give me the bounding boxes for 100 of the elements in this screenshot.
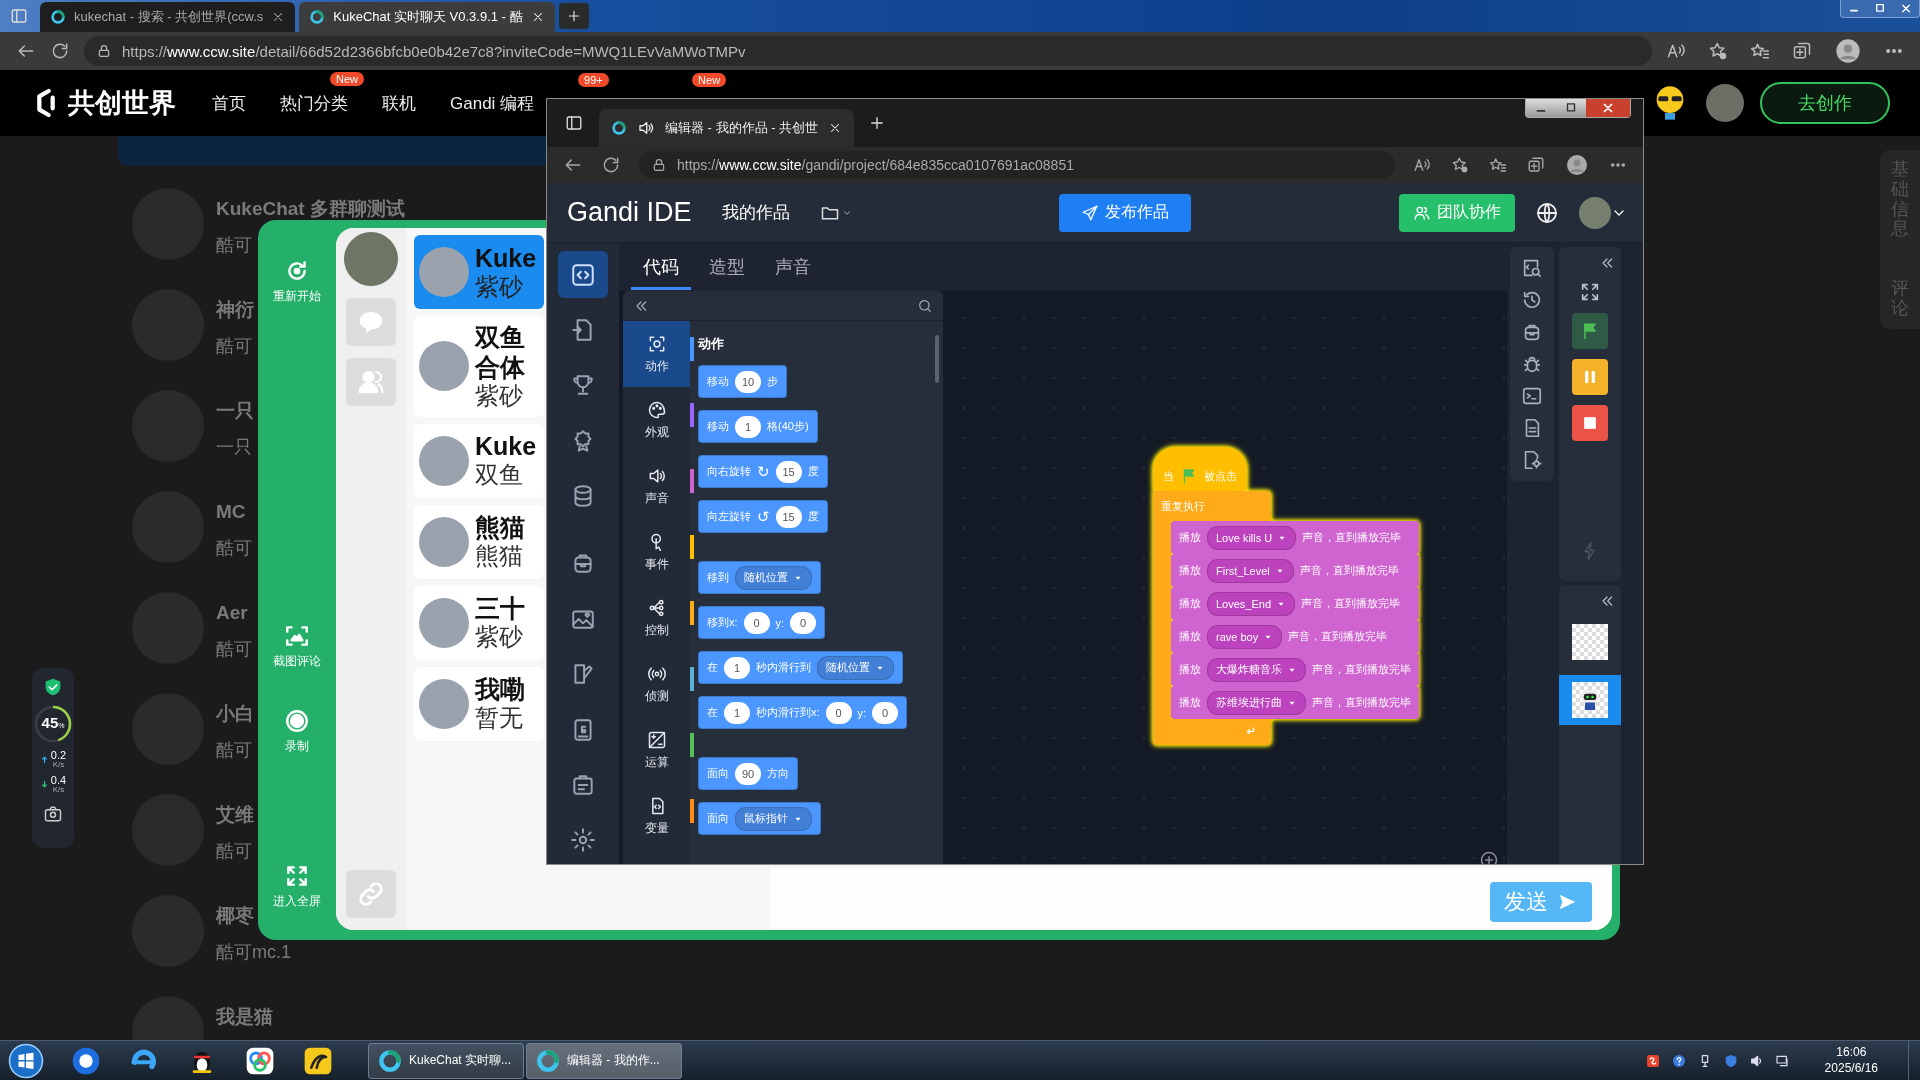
sound-block[interactable]: 播放 大爆炸糖音乐 声音，直到播放完毕: [1171, 653, 1419, 686]
site-logo[interactable]: 共创世界: [68, 85, 176, 121]
tray-icon[interactable]: [1644, 1052, 1661, 1069]
camera-icon[interactable]: [43, 804, 63, 824]
tray-icon[interactable]: [1670, 1052, 1687, 1069]
number-input[interactable]: 10: [735, 370, 761, 393]
run-button[interactable]: [1572, 313, 1608, 349]
sprite-item[interactable]: [1559, 675, 1621, 725]
user-avatar[interactable]: [1579, 196, 1611, 229]
number-input[interactable]: 1: [735, 415, 761, 438]
zoom-in-icon[interactable]: [1479, 850, 1499, 864]
taskbar-button[interactable]: KukeChat 实时聊...: [368, 1042, 524, 1079]
favorites-icon[interactable]: [1750, 41, 1770, 61]
nav-link[interactable]: 联机: [382, 93, 416, 113]
reload-icon[interactable]: [601, 155, 621, 175]
block-dropdown[interactable]: 鼠标指针: [735, 806, 812, 831]
block-dropdown[interactable]: rave boy: [1207, 624, 1283, 649]
new-tab-button[interactable]: [558, 3, 589, 29]
sound-block[interactable]: 播放 First_Level 声音，直到播放完毕: [1171, 554, 1419, 587]
category-button[interactable]: 变量: [623, 783, 690, 849]
user-avatar[interactable]: [1706, 84, 1744, 122]
project-link[interactable]: 我的作品: [721, 201, 790, 224]
rail-button[interactable]: [558, 251, 608, 299]
number-input[interactable]: 1: [724, 656, 750, 679]
globe-icon[interactable]: [1535, 200, 1559, 225]
number-input[interactable]: 0: [743, 611, 770, 634]
history-icon[interactable]: [1521, 289, 1543, 311]
read-aloud-icon[interactable]: [1413, 156, 1431, 174]
browser-tab[interactable]: 编辑器 - 我的作品 - 共创世: [599, 109, 855, 147]
reload-icon[interactable]: [50, 41, 70, 61]
favorites-icon[interactable]: [1489, 156, 1507, 174]
sound-block[interactable]: 播放 苏维埃进行曲 声音，直到播放完毕: [1171, 686, 1419, 719]
fullscreen-icon[interactable]: [1579, 281, 1601, 303]
conversation-item[interactable]: 三十 紫砂: [414, 585, 544, 660]
code-block[interactable]: 在 1 秒内滑行到 随机位置: [698, 651, 903, 684]
publish-button[interactable]: 发布作品: [1059, 193, 1192, 232]
scrollbar-thumb[interactable]: [935, 335, 939, 383]
code-block[interactable]: 移动 10 步: [698, 365, 787, 398]
number-input[interactable]: 0: [872, 701, 899, 724]
number-input[interactable]: 0: [825, 701, 852, 724]
number-input[interactable]: 15: [775, 460, 802, 483]
block-dropdown[interactable]: Loves_End: [1207, 591, 1296, 616]
nav-link[interactable]: Gandi 编程: [450, 93, 535, 113]
profile-icon[interactable]: [1834, 37, 1862, 65]
number-input[interactable]: 90: [735, 762, 761, 785]
browser-tab[interactable]: kukechat - 搜索 - 共创世界(ccw.s: [40, 2, 296, 32]
code-block[interactable]: 向右旋转 ↻ 15 度: [698, 455, 828, 488]
category-button[interactable]: 控制: [623, 585, 690, 651]
start-button[interactable]: [8, 1042, 44, 1079]
sound-block[interactable]: 播放 Loves_End 声音，直到播放完毕: [1171, 587, 1419, 620]
collections-icon[interactable]: [1527, 156, 1545, 174]
favorite-icon[interactable]: [1708, 41, 1728, 61]
terminal-icon[interactable]: [1521, 385, 1543, 407]
block-dropdown[interactable]: 大爆炸糖音乐: [1207, 657, 1306, 682]
code-block[interactable]: 面向 90 方向: [698, 757, 798, 790]
sidebar-icon[interactable]: [565, 114, 583, 132]
conversation-item[interactable]: 双鱼 合体 紫砂: [414, 316, 544, 417]
category-button[interactable]: 事件: [623, 519, 690, 585]
stop-button[interactable]: [1572, 405, 1608, 441]
conversation-item[interactable]: 我嘞 暂无: [414, 666, 544, 741]
editor-tab[interactable]: 造型: [697, 244, 757, 290]
nav-link[interactable]: 首页: [212, 93, 246, 113]
conversation-item[interactable]: 熊猫 熊猫: [414, 504, 544, 579]
conversation-item[interactable]: Kuke 紫砂: [414, 235, 544, 309]
number-input[interactable]: 1: [724, 701, 750, 724]
profile-icon[interactable]: [1565, 153, 1589, 177]
code-block[interactable]: 移到 随机位置: [698, 561, 821, 594]
block-dropdown[interactable]: First_Level: [1207, 558, 1294, 583]
code-block[interactable]: 移到x: 0 y: 0: [698, 606, 826, 639]
sound-block[interactable]: 播放 Love kills U 声音，直到播放完毕: [1171, 521, 1419, 554]
editor-tab[interactable]: 声音: [763, 244, 823, 290]
block-dropdown[interactable]: Love kills U: [1207, 525, 1297, 550]
number-input[interactable]: 0: [790, 611, 817, 634]
user-avatar[interactable]: [344, 232, 398, 286]
code-search-icon[interactable]: [1521, 257, 1543, 279]
number-input[interactable]: 15: [775, 505, 802, 528]
create-button[interactable]: 去创作: [1760, 82, 1890, 124]
search-icon[interactable]: [917, 297, 933, 314]
category-button[interactable]: 侦测: [623, 651, 690, 717]
block-dropdown[interactable]: 随机位置: [817, 655, 894, 680]
code-block[interactable]: 在 1 秒内滑行到x: 0 y: 0: [698, 696, 908, 729]
category-button[interactable]: 外观: [623, 387, 690, 453]
url-field[interactable]: https://www.ccw.site/gandi/project/684e835cca0107691ac08851: [639, 151, 1395, 179]
sound-block[interactable]: 播放 rave boy 声音，直到播放完毕: [1171, 620, 1419, 653]
taskbar-button[interactable]: 编辑器 - 我的作...: [526, 1042, 682, 1079]
code-block[interactable]: 面向 鼠标指针: [698, 802, 821, 835]
collections-icon[interactable]: [1792, 41, 1812, 61]
block-dropdown[interactable]: 苏维埃进行曲: [1207, 690, 1306, 715]
category-button[interactable]: 声音: [623, 453, 690, 519]
url-field[interactable]: https://www.ccw.site/detail/66d52d2366bfcb0e0b42e7c8?inviteCode=MWQ1LEvVaMWoTMPv: [84, 36, 1652, 66]
favorite-icon[interactable]: [1451, 156, 1469, 174]
conversation-item[interactable]: Kuke 双鱼: [414, 423, 544, 498]
browser-tab[interactable]: KukeChat 实时聊天 V0.3.9.1 - 酷: [299, 2, 555, 32]
nav-link[interactable]: 热门分类: [280, 93, 348, 113]
code-block[interactable]: 向左旋转 ↺ 15 度: [698, 500, 828, 533]
category-button[interactable]: 运算: [623, 717, 690, 783]
read-aloud-icon[interactable]: [1666, 41, 1686, 61]
block-dropdown[interactable]: 随机位置: [735, 565, 812, 590]
clock[interactable]: 16:06 2025/6/16: [1824, 1044, 1878, 1077]
code-block[interactable]: 移动 1 格(40步): [698, 410, 818, 443]
